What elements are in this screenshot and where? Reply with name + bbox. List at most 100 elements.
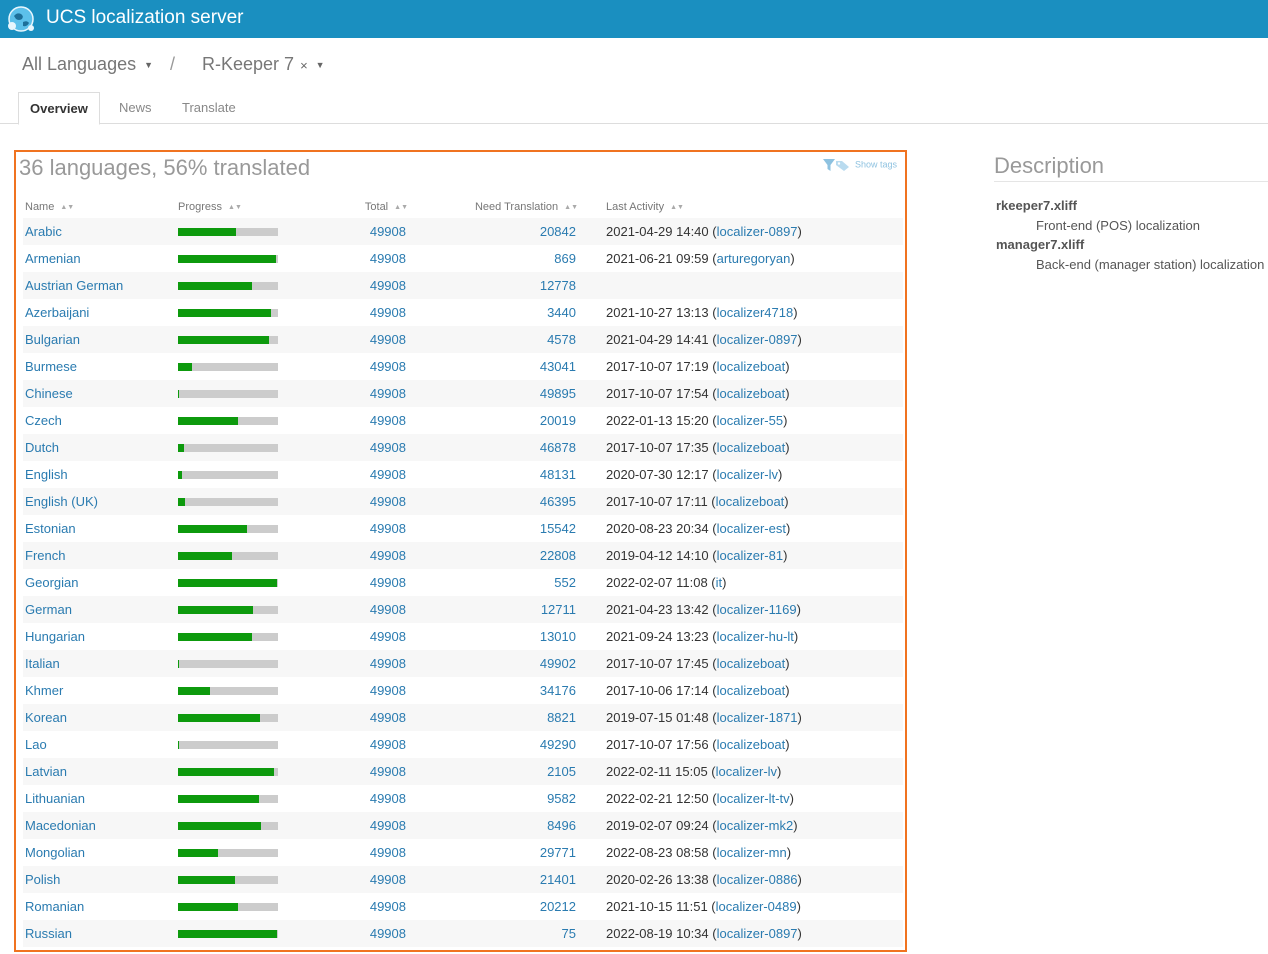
need-translation-link[interactable]: 552 (408, 569, 578, 596)
need-translation-link[interactable]: 4578 (408, 326, 578, 353)
activity-user-link[interactable]: localizer-0886 (717, 872, 798, 887)
language-link[interactable]: Mongolian (23, 839, 178, 866)
total-link[interactable]: 49908 (308, 758, 408, 785)
total-link[interactable]: 49908 (308, 596, 408, 623)
all-languages-dropdown[interactable]: All Languages ▼ (22, 54, 153, 75)
total-link[interactable]: 49908 (308, 677, 408, 704)
language-link[interactable]: Armenian (23, 245, 178, 272)
language-link[interactable]: English (UK) (23, 488, 178, 515)
language-link[interactable]: Lithuanian (23, 785, 178, 812)
activity-user-link[interactable]: localizer-0897 (717, 224, 798, 239)
language-link[interactable]: Macedonian (23, 812, 178, 839)
activity-user-link[interactable]: localizeboat (717, 440, 786, 455)
total-link[interactable]: 49908 (308, 515, 408, 542)
total-link[interactable]: 49908 (308, 353, 408, 380)
tab-translate[interactable]: Translate (171, 92, 247, 124)
need-translation-link[interactable]: 12778 (408, 272, 578, 299)
total-link[interactable]: 49908 (308, 812, 408, 839)
language-link[interactable]: Khmer (23, 677, 178, 704)
activity-user-link[interactable]: localizer-lv (716, 764, 777, 779)
language-link[interactable]: Chinese (23, 380, 178, 407)
activity-user-link[interactable]: localizer-lt-tv (717, 791, 790, 806)
total-link[interactable]: 49908 (308, 704, 408, 731)
need-translation-link[interactable]: 49290 (408, 731, 578, 758)
total-link[interactable]: 49908 (308, 245, 408, 272)
need-translation-link[interactable]: 49895 (408, 380, 578, 407)
total-link[interactable]: 49908 (308, 920, 408, 947)
activity-user-link[interactable]: arturegoryan (717, 251, 791, 266)
total-link[interactable]: 49908 (308, 893, 408, 920)
activity-user-link[interactable]: localizeboat (717, 683, 786, 698)
activity-user-link[interactable]: localizer-0897 (717, 332, 798, 347)
total-link[interactable]: 49908 (308, 326, 408, 353)
language-link[interactable]: Korean (23, 704, 178, 731)
need-translation-link[interactable]: 21401 (408, 866, 578, 893)
column-total[interactable]: Total ▲▼ (308, 196, 408, 218)
need-translation-link[interactable]: 29771 (408, 839, 578, 866)
need-translation-link[interactable]: 15542 (408, 515, 578, 542)
column-last-activity[interactable]: Last Activity ▲▼ (578, 196, 903, 218)
need-translation-link[interactable]: 8821 (408, 704, 578, 731)
need-translation-link[interactable]: 3440 (408, 299, 578, 326)
total-link[interactable]: 49908 (308, 542, 408, 569)
activity-user-link[interactable]: it (716, 575, 723, 590)
activity-user-link[interactable]: localizer-mn (717, 845, 787, 860)
activity-user-link[interactable]: localizer-mk2 (717, 818, 794, 833)
language-link[interactable]: Azerbaijani (23, 299, 178, 326)
need-translation-link[interactable]: 12711 (408, 596, 578, 623)
language-link[interactable]: Arabic (23, 218, 178, 245)
total-link[interactable]: 49908 (308, 731, 408, 758)
total-link[interactable]: 49908 (308, 650, 408, 677)
activity-user-link[interactable]: localizer-0489 (716, 899, 797, 914)
column-need-translation[interactable]: Need Translation ▲▼ (408, 196, 578, 218)
activity-user-link[interactable]: localizer-est (717, 521, 786, 536)
activity-user-link[interactable]: localizeboat (716, 494, 785, 509)
need-translation-link[interactable]: 20019 (408, 407, 578, 434)
language-link[interactable]: Polish (23, 866, 178, 893)
need-translation-link[interactable]: 13010 (408, 623, 578, 650)
need-translation-link[interactable]: 22808 (408, 542, 578, 569)
total-link[interactable]: 49908 (308, 569, 408, 596)
language-link[interactable]: Romanian (23, 893, 178, 920)
language-link[interactable]: English (23, 461, 178, 488)
activity-user-link[interactable]: localizer-1871 (717, 710, 798, 725)
column-name[interactable]: Name ▲▼ (23, 196, 178, 218)
column-progress[interactable]: Progress ▲▼ (178, 196, 308, 218)
remove-project-icon[interactable]: × (300, 58, 308, 73)
total-link[interactable]: 49908 (308, 866, 408, 893)
language-link[interactable]: Estonian (23, 515, 178, 542)
language-link[interactable]: Georgian (23, 569, 178, 596)
need-translation-link[interactable]: 869 (408, 245, 578, 272)
activity-user-link[interactable]: localizeboat (717, 359, 786, 374)
project-dropdown[interactable]: R-Keeper 7 × ▼ (202, 54, 325, 75)
language-link[interactable]: German (23, 596, 178, 623)
need-translation-link[interactable]: 49902 (408, 650, 578, 677)
activity-user-link[interactable]: localizer-55 (717, 413, 783, 428)
need-translation-link[interactable]: 75 (408, 920, 578, 947)
total-link[interactable]: 49908 (308, 218, 408, 245)
show-tags-button[interactable]: Show tags (822, 158, 897, 172)
app-logo-icon[interactable] (6, 4, 36, 34)
activity-user-link[interactable]: localizer-1169 (717, 602, 797, 617)
language-link[interactable]: Czech (23, 407, 178, 434)
total-link[interactable]: 49908 (308, 623, 408, 650)
activity-user-link[interactable]: localizer-lv (717, 467, 778, 482)
language-link[interactable]: Burmese (23, 353, 178, 380)
language-link[interactable]: Hungarian (23, 623, 178, 650)
total-link[interactable]: 49908 (308, 839, 408, 866)
need-translation-link[interactable]: 8496 (408, 812, 578, 839)
language-link[interactable]: French (23, 542, 178, 569)
language-link[interactable]: Latvian (23, 758, 178, 785)
activity-user-link[interactable]: localizer-0897 (717, 926, 798, 941)
activity-user-link[interactable]: localizer-81 (717, 548, 783, 563)
total-link[interactable]: 49908 (308, 299, 408, 326)
need-translation-link[interactable]: 20212 (408, 893, 578, 920)
tab-overview[interactable]: Overview (18, 92, 100, 125)
total-link[interactable]: 49908 (308, 434, 408, 461)
language-link[interactable]: Dutch (23, 434, 178, 461)
activity-user-link[interactable]: localizeboat (717, 737, 786, 752)
language-link[interactable]: Italian (23, 650, 178, 677)
need-translation-link[interactable]: 9582 (408, 785, 578, 812)
total-link[interactable]: 49908 (308, 380, 408, 407)
language-link[interactable]: Russian (23, 920, 178, 947)
